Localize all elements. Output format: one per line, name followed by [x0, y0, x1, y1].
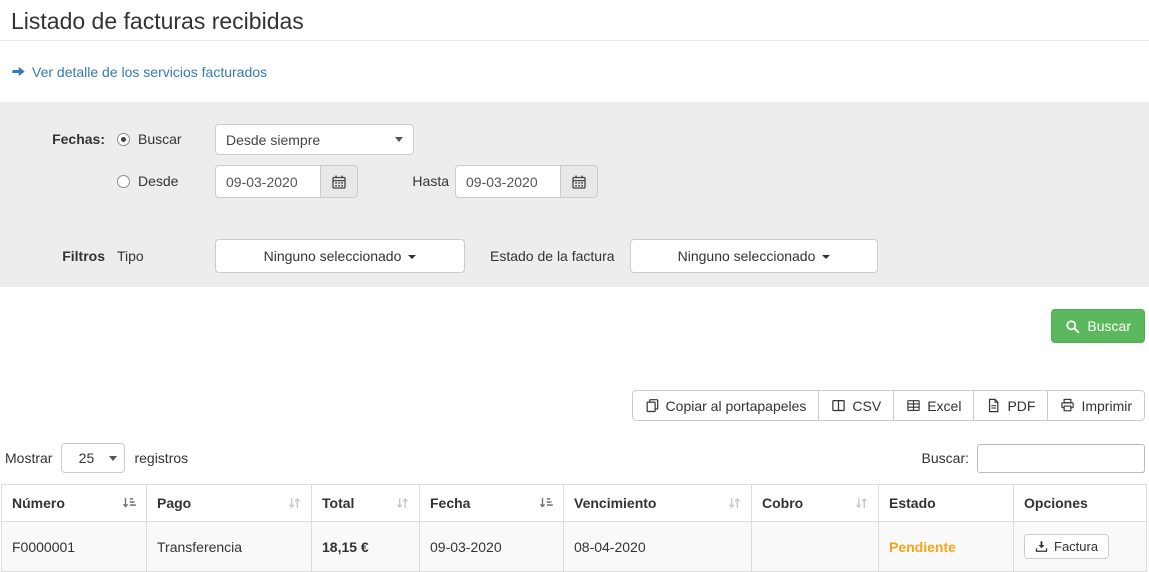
table-search-input[interactable]	[977, 444, 1145, 473]
copy-button-label: Copiar al portapapeles	[666, 398, 807, 414]
tipo-dropdown-value: Ninguno seleccionado	[264, 248, 402, 264]
calendar-icon	[331, 174, 347, 190]
chevron-down-icon	[109, 456, 117, 461]
arrow-right-icon	[11, 64, 26, 79]
desde-calendar-button[interactable]	[320, 165, 358, 198]
title-bar: Listado de facturas recibidas	[0, 0, 1149, 41]
page-length-control: Mostrar 25 registros	[5, 443, 188, 473]
list-controls-row: Mostrar 25 registros Buscar:	[5, 443, 1145, 473]
calendar-icon	[571, 174, 587, 190]
column-header-estado[interactable]: Estado	[879, 485, 1014, 522]
print-button[interactable]: Imprimir	[1047, 390, 1145, 421]
submit-row: Buscar	[0, 309, 1145, 343]
column-header-opciones[interactable]: Opciones	[1014, 485, 1147, 522]
radio-desde-label: Desde	[138, 173, 178, 190]
sort-desc-icon	[539, 496, 553, 510]
fechas-label: Fechas:	[0, 131, 105, 148]
period-select[interactable]: Desde siempre	[215, 124, 414, 155]
cell-cobro	[752, 522, 879, 572]
table-search-label: Buscar:	[922, 450, 969, 466]
mostrar-label: Mostrar	[5, 450, 52, 466]
sort-both-icon	[855, 496, 868, 510]
page-length-value: 25	[79, 450, 95, 466]
cell-numero: F0000001	[2, 522, 147, 572]
estado-label: Estado de la factura	[490, 248, 615, 265]
detail-link[interactable]: Ver detalle de los servicios facturados	[32, 64, 267, 80]
print-button-label: Imprimir	[1081, 398, 1132, 414]
estado-dropdown-value: Ninguno seleccionado	[678, 248, 816, 264]
column-header-fecha[interactable]: Fecha	[420, 485, 564, 522]
column-header-numero[interactable]: Número	[2, 485, 147, 522]
radio-buscar-label: Buscar	[138, 131, 182, 148]
hasta-label: Hasta	[407, 173, 449, 190]
page-title: Listado de facturas recibidas	[11, 9, 1137, 33]
desde-date-group	[215, 165, 358, 198]
cell-fecha: 09-03-2020	[420, 522, 564, 572]
column-header-vencimiento[interactable]: Vencimiento	[564, 485, 752, 522]
chevron-down-icon	[395, 137, 403, 142]
hasta-calendar-button[interactable]	[560, 165, 598, 198]
export-button-group: Copiar al portapapeles CSV Excel	[632, 390, 1145, 421]
columns-icon	[831, 398, 846, 413]
registros-label: registros	[134, 450, 188, 466]
caret-down-icon	[822, 255, 830, 259]
copy-icon	[645, 398, 660, 413]
excel-button-label: Excel	[927, 398, 961, 414]
copy-to-clipboard-button[interactable]: Copiar al portapapeles	[632, 390, 820, 421]
desde-date-input[interactable]	[215, 165, 321, 198]
estado-dropdown[interactable]: Ninguno seleccionado	[630, 239, 878, 273]
cell-opciones: Factura	[1014, 522, 1147, 572]
table-search-control: Buscar:	[922, 444, 1145, 473]
pdf-button-label: PDF	[1007, 398, 1035, 414]
pdf-button[interactable]: PDF	[973, 390, 1048, 421]
filtros-label: Filtros	[0, 248, 105, 265]
factura-button-label: Factura	[1054, 539, 1098, 554]
hasta-date-group	[455, 165, 598, 198]
file-pdf-icon	[986, 398, 1001, 413]
buscar-button-label: Buscar	[1087, 318, 1131, 334]
status-badge: Pendiente	[879, 522, 1014, 572]
cell-vencimiento: 08-04-2020	[564, 522, 752, 572]
caret-down-icon	[408, 255, 416, 259]
page-length-select[interactable]: 25	[61, 443, 125, 473]
sort-both-icon	[288, 496, 301, 510]
csv-button-label: CSV	[852, 398, 881, 414]
radio-buscar[interactable]: Buscar	[117, 131, 182, 148]
filter-panel: Fechas: Buscar Desde siempre Desde Hasta	[0, 102, 1149, 287]
hasta-date-input[interactable]	[455, 165, 561, 198]
excel-button[interactable]: Excel	[893, 390, 974, 421]
tipo-dropdown[interactable]: Ninguno seleccionado	[215, 239, 465, 273]
cell-total: 18,15 €	[312, 522, 420, 572]
export-row: Copiar al portapapeles CSV Excel	[0, 390, 1145, 421]
column-header-cobro[interactable]: Cobro	[752, 485, 879, 522]
sort-both-icon	[728, 496, 741, 510]
column-header-pago[interactable]: Pago	[147, 485, 312, 522]
radio-desde[interactable]: Desde	[117, 173, 178, 190]
printer-icon	[1060, 398, 1075, 413]
invoices-table: Número Pago Total	[1, 484, 1147, 572]
factura-download-button[interactable]: Factura	[1024, 534, 1109, 559]
radio-desde-control[interactable]	[117, 175, 130, 188]
tipo-label: Tipo	[117, 248, 144, 265]
table-header-row: Número Pago Total	[2, 485, 1147, 522]
cell-pago: Transferencia	[147, 522, 312, 572]
download-icon	[1035, 540, 1048, 553]
column-header-total[interactable]: Total	[312, 485, 420, 522]
detail-link-row: Ver detalle de los servicios facturados	[11, 63, 1149, 80]
buscar-button[interactable]: Buscar	[1051, 309, 1145, 343]
table-icon	[906, 398, 921, 413]
sort-desc-icon	[122, 496, 136, 510]
period-select-value: Desde siempre	[226, 132, 320, 148]
search-icon	[1065, 319, 1080, 334]
radio-buscar-control[interactable]	[117, 133, 130, 146]
table-row: F0000001 Transferencia 18,15 € 09-03-202…	[2, 522, 1147, 572]
sort-both-icon	[396, 496, 409, 510]
csv-button[interactable]: CSV	[818, 390, 894, 421]
